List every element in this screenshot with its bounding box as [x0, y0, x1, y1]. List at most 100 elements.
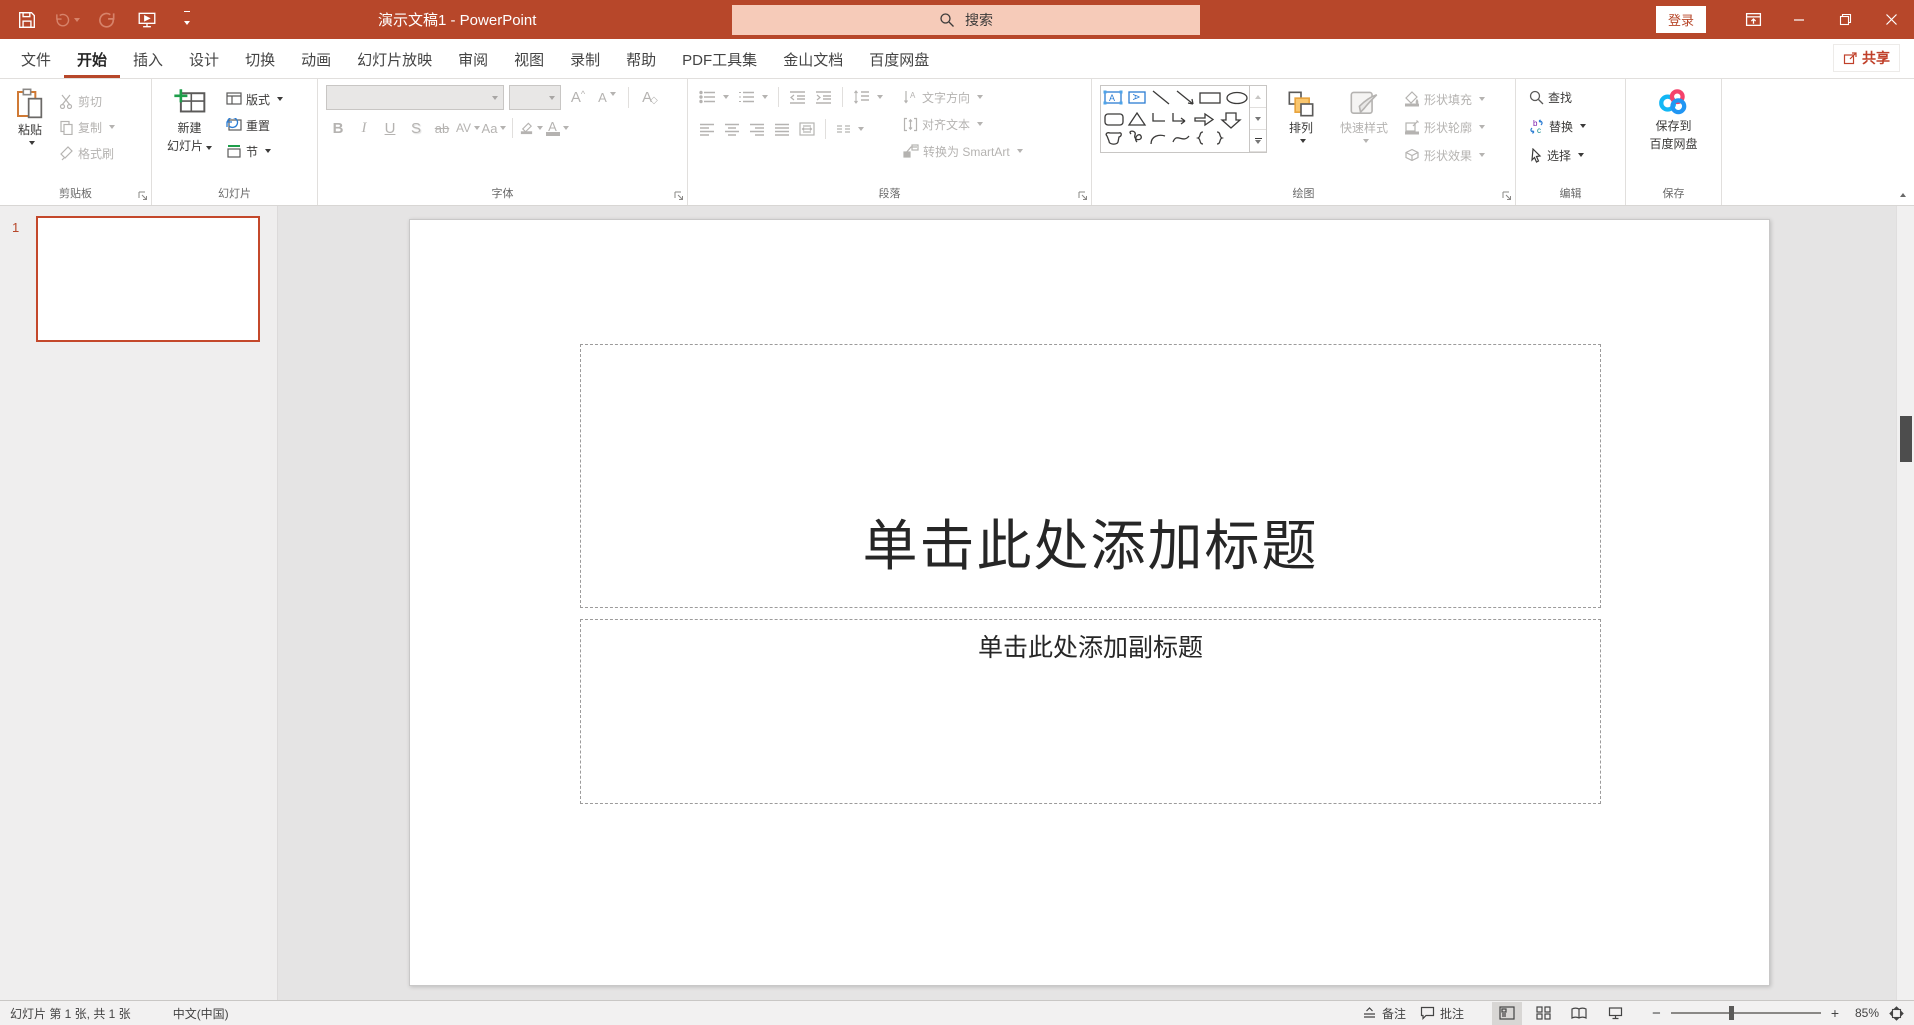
italic-button[interactable]: I [352, 116, 376, 140]
title-placeholder[interactable]: 单击此处添加标题 [580, 344, 1601, 608]
tab-animations[interactable]: 动画 [288, 40, 344, 78]
paste-button[interactable]: 粘贴 [4, 85, 56, 148]
notes-toggle[interactable]: 备注 [1362, 1005, 1406, 1022]
tab-insert[interactable]: 插入 [120, 40, 176, 78]
justify-button[interactable] [771, 117, 793, 141]
paragraph-dialog-launcher-icon[interactable] [1078, 191, 1088, 201]
tab-record[interactable]: 录制 [557, 40, 613, 78]
layout-button[interactable]: 版式 [223, 87, 286, 111]
tab-kingsoft-docs[interactable]: 金山文档 [770, 40, 856, 78]
undo-icon[interactable] [54, 7, 80, 33]
text-direction-button[interactable]: A 文字方向 [900, 85, 1026, 109]
section-button[interactable]: 节 [223, 139, 286, 163]
clear-formatting-button[interactable]: A ◇ [638, 86, 662, 110]
font-size-combo[interactable] [509, 85, 561, 110]
slide-editor[interactable]: 单击此处添加标题 单击此处添加副标题 [409, 219, 1770, 986]
redo-icon[interactable] [94, 7, 120, 33]
decrease-indent-button[interactable] [786, 85, 809, 109]
cut-button[interactable]: 剪切 [56, 89, 118, 113]
shape-outline-button[interactable]: 形状轮廓 [1401, 115, 1488, 139]
distribute-columns-button[interactable] [796, 117, 818, 141]
tab-file[interactable]: 文件 [8, 40, 64, 78]
language-indicator[interactable]: 中文(中国) [173, 1005, 229, 1022]
font-name-combo[interactable] [326, 85, 504, 110]
columns-button[interactable] [833, 117, 867, 141]
highlight-color-button[interactable] [519, 116, 543, 140]
share-button[interactable]: 共享 [1833, 44, 1900, 72]
reset-button[interactable]: 重置 [223, 113, 286, 137]
align-right-button[interactable] [746, 117, 768, 141]
character-spacing-button[interactable]: AV [456, 116, 481, 140]
arrange-button[interactable]: 排列 [1275, 87, 1327, 146]
copy-button[interactable]: 复制 [56, 115, 118, 139]
font-dialog-launcher-icon[interactable] [674, 191, 684, 201]
tab-design[interactable]: 设计 [176, 40, 232, 78]
find-button[interactable]: 查找 [1526, 85, 1589, 109]
tab-home[interactable]: 开始 [64, 40, 121, 78]
slide-thumbnail-pane[interactable]: 1 [0, 206, 278, 1000]
comments-toggle[interactable]: 批注 [1420, 1005, 1464, 1022]
bold-button[interactable]: B [326, 116, 350, 140]
shape-effects-button[interactable]: 形状效果 [1401, 143, 1488, 167]
fit-slide-to-window-icon[interactable] [1889, 1005, 1904, 1021]
login-button[interactable]: 登录 [1655, 6, 1706, 33]
grow-font-button[interactable]: A ^ [566, 86, 590, 110]
slide-thumbnail[interactable] [36, 216, 260, 342]
replace-button[interactable]: bc 替换 [1526, 114, 1589, 138]
underline-button[interactable]: U [378, 116, 402, 140]
zoom-out-button[interactable]: − [1652, 1005, 1661, 1022]
tab-transitions[interactable]: 切换 [232, 40, 288, 78]
align-center-button[interactable] [721, 117, 743, 141]
convert-smartart-button[interactable]: 转换为 SmartArt [900, 139, 1026, 163]
vertical-scrollbar[interactable] [1896, 206, 1914, 1000]
shrink-font-button[interactable]: A [595, 86, 619, 110]
reading-view-button[interactable] [1564, 1002, 1594, 1025]
tab-baidu-netdisk[interactable]: 百度网盘 [856, 40, 942, 78]
close-button[interactable] [1868, 0, 1914, 39]
save-icon[interactable] [14, 7, 40, 33]
tab-review[interactable]: 审阅 [445, 40, 501, 78]
text-shadow-button[interactable]: S [404, 116, 428, 140]
ribbon-display-options-icon[interactable] [1730, 0, 1776, 39]
normal-view-button[interactable] [1492, 1001, 1523, 1025]
zoom-in-button[interactable]: + [1831, 1005, 1839, 1021]
align-left-button[interactable] [696, 117, 718, 141]
clipboard-dialog-launcher-icon[interactable] [138, 191, 148, 201]
tab-view[interactable]: 视图 [501, 40, 557, 78]
vertical-scrollbar-thumb[interactable] [1900, 416, 1912, 462]
change-case-button[interactable]: Aa [482, 116, 507, 140]
shapes-scroll-up-icon[interactable] [1250, 86, 1266, 108]
font-color-button[interactable]: A [545, 116, 569, 140]
start-slideshow-icon[interactable] [134, 7, 160, 33]
save-to-baidu-button[interactable]: 保存到 百度网盘 [1644, 85, 1702, 155]
tab-help[interactable]: 帮助 [613, 40, 669, 78]
shape-fill-button[interactable]: 形状填充 [1401, 87, 1488, 111]
slide-sorter-view-button[interactable] [1528, 1002, 1558, 1025]
new-slide-button[interactable]: 新建 幻灯片 [162, 85, 217, 157]
line-spacing-button[interactable] [850, 85, 886, 109]
shapes-scroll-down-icon[interactable] [1250, 108, 1266, 130]
minimize-button[interactable] [1776, 0, 1822, 39]
shapes-gallery[interactable]: A A [1100, 85, 1267, 153]
customize-qat-chevron-icon[interactable] [174, 7, 200, 33]
zoom-slider[interactable] [1670, 1006, 1821, 1020]
subtitle-placeholder[interactable]: 单击此处添加副标题 [580, 619, 1601, 804]
zoom-level[interactable]: 85% [1849, 1006, 1879, 1020]
search-input[interactable]: 搜索 [732, 5, 1200, 35]
select-button[interactable]: 选择 [1526, 143, 1589, 167]
collapse-ribbon-icon[interactable] [1900, 186, 1906, 200]
strikethrough-button[interactable]: ab [430, 116, 454, 140]
zoom-slider-thumb[interactable] [1728, 1006, 1734, 1020]
shapes-gallery-more-icon[interactable] [1250, 130, 1266, 152]
format-painter-button[interactable]: 格式刷 [56, 141, 118, 165]
tab-slideshow[interactable]: 幻灯片放映 [344, 40, 445, 78]
tab-pdf-tools[interactable]: PDF工具集 [669, 40, 770, 78]
bullets-button[interactable] [696, 85, 732, 109]
numbering-button[interactable] [735, 85, 771, 109]
align-text-button[interactable]: 对齐文本 [900, 112, 1026, 136]
slideshow-view-button[interactable] [1600, 1002, 1630, 1025]
drawing-dialog-launcher-icon[interactable] [1502, 191, 1512, 201]
restore-button[interactable] [1822, 0, 1868, 39]
quick-styles-button[interactable]: 快速样式 [1335, 87, 1393, 146]
increase-indent-button[interactable] [812, 85, 835, 109]
